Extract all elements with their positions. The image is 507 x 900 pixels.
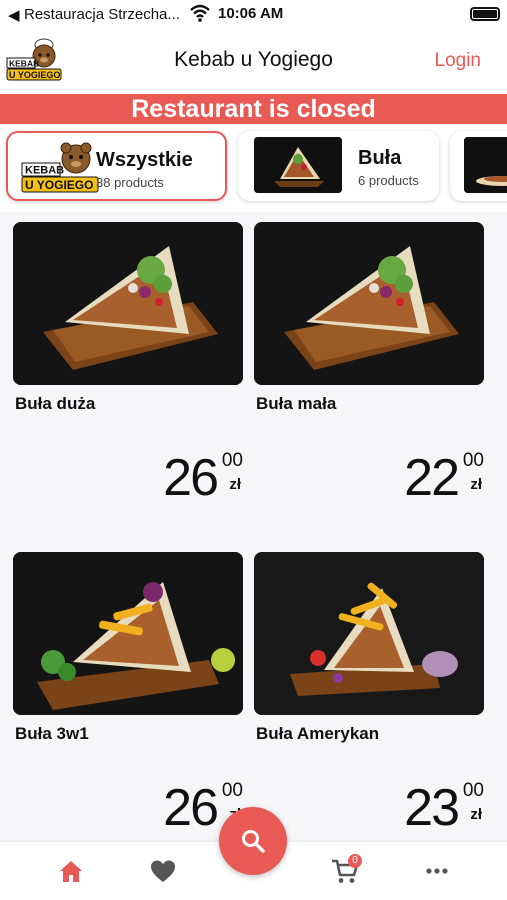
login-button[interactable]: Login <box>435 50 482 72</box>
category-carousel[interactable]: KEBAB U YOGIEGO Wszystkie 38 products Bu… <box>0 124 507 212</box>
product-price: 26 00 zł <box>83 780 243 836</box>
price-minor: 00 <box>462 780 484 801</box>
product-image[interactable] <box>254 222 484 385</box>
category-bula-image <box>254 137 342 193</box>
price-currency: zł <box>470 806 482 823</box>
app-header: KEBAB U YOGIEGO Kebab u Yogiego Login <box>0 28 507 94</box>
cart-badge: 0 <box>348 854 362 868</box>
category-chip-next[interactable] <box>450 131 507 201</box>
category-chip-wszystkie[interactable]: KEBAB U YOGIEGO Wszystkie 38 products <box>6 131 227 201</box>
heart-icon[interactable] <box>148 856 178 886</box>
wifi-icon <box>190 4 210 27</box>
category-next-image <box>464 137 507 193</box>
price-currency: zł <box>229 476 241 493</box>
product-card[interactable]: Buła 3w1 26 00 zł <box>13 542 243 842</box>
product-price: 26 00 zł <box>83 450 243 506</box>
search-icon <box>240 828 266 859</box>
product-name: Buła Amerykan <box>256 724 380 743</box>
clock: 10:06 AM <box>218 5 284 22</box>
price-major: 23 <box>404 779 460 837</box>
product-card[interactable]: Buła mała 22 00 zł <box>254 212 484 512</box>
search-button[interactable] <box>219 807 287 875</box>
product-card[interactable]: Buła Amerykan 23 00 zł <box>254 542 484 842</box>
category-logo-image: KEBAB U YOGIEGO <box>18 139 106 195</box>
price-minor: 00 <box>221 450 243 471</box>
more-icon[interactable] <box>422 856 452 886</box>
home-icon[interactable] <box>56 856 86 886</box>
back-arrow-icon[interactable]: ◀ <box>8 6 20 24</box>
battery-icon <box>470 7 500 21</box>
category-count: 38 products <box>96 175 164 190</box>
svg-text:U YOGIEGO: U YOGIEGO <box>25 178 93 192</box>
category-name: Wszystkie <box>96 149 193 171</box>
product-image[interactable] <box>13 552 243 715</box>
product-name: Buła mała <box>256 394 337 413</box>
closed-banner: Restaurant is closed <box>0 94 507 124</box>
price-major: 26 <box>163 449 219 507</box>
category-count: 6 products <box>358 173 419 188</box>
price-major: 26 <box>163 779 219 837</box>
page-title: Kebab u Yogiego <box>174 48 333 71</box>
cart-icon[interactable]: 0 <box>330 854 362 886</box>
product-card[interactable]: Buła duża 26 00 zł <box>13 212 243 512</box>
svg-text:KEBAB: KEBAB <box>25 165 64 177</box>
product-name: Buła 3w1 <box>15 724 89 743</box>
product-price: 23 00 zł <box>324 780 484 836</box>
carrier-label[interactable]: Restauracja Strzecha... <box>24 6 180 23</box>
category-chip-bula[interactable]: Buła 6 products <box>238 131 439 201</box>
product-image[interactable] <box>254 552 484 715</box>
price-minor: 00 <box>462 450 484 471</box>
product-image[interactable] <box>13 222 243 385</box>
price-major: 22 <box>404 449 460 507</box>
category-name: Buła <box>358 147 402 169</box>
price-currency: zł <box>470 476 482 493</box>
status-bar: ◀ Restauracja Strzecha... 10:06 AM <box>0 0 507 28</box>
product-price: 22 00 zł <box>324 450 484 506</box>
product-name: Buła duża <box>15 394 96 413</box>
price-minor: 00 <box>221 780 243 801</box>
